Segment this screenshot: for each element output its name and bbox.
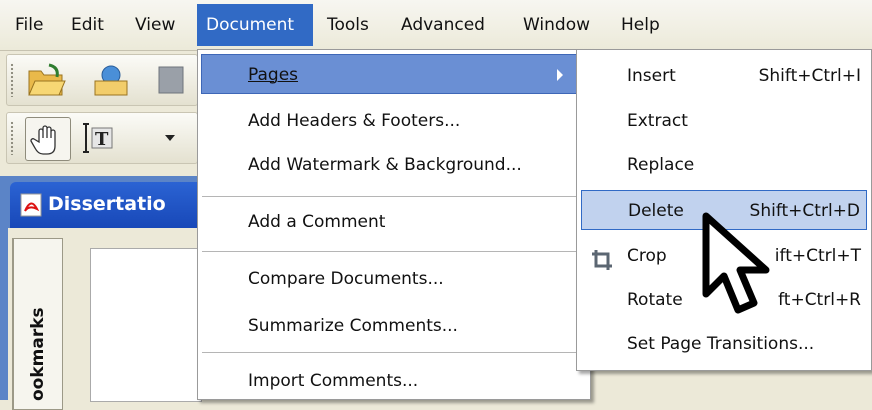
open-folder-icon[interactable] xyxy=(27,63,67,102)
menu-separator xyxy=(202,196,586,197)
submenu-item-extract[interactable]: Extract xyxy=(581,101,867,141)
submenu-item-shortcut: ft+Ctrl+R xyxy=(778,290,861,310)
menu-tools[interactable]: Tools xyxy=(318,4,378,46)
pdf-icon xyxy=(20,193,42,222)
submenu-item-label: Crop xyxy=(627,246,667,266)
menu-item-label: Add a Comment xyxy=(248,212,386,232)
organizer-icon[interactable] xyxy=(91,63,131,102)
toolbar-grip[interactable] xyxy=(10,121,14,155)
submenu-item-label: Replace xyxy=(627,155,695,175)
svg-text:T: T xyxy=(95,129,109,150)
document-body: ookmarks xyxy=(8,228,202,410)
menu-item-add-watermark-background[interactable]: Add Watermark & Background... xyxy=(202,145,586,185)
menu-item-label: Pages xyxy=(248,65,299,85)
submenu-item-label: Insert xyxy=(627,66,676,86)
menu-item-summarize-comments[interactable]: Summarize Comments... xyxy=(202,306,586,346)
menu-edit[interactable]: Edit xyxy=(62,4,113,46)
bookmarks-tab[interactable]: ookmarks xyxy=(12,238,63,410)
chevron-down-icon[interactable] xyxy=(165,135,175,141)
menu-item-add-headers-footers[interactable]: Add Headers & Footers... xyxy=(202,101,586,141)
text-select-icon[interactable]: T xyxy=(79,121,121,160)
submenu-item-replace[interactable]: Replace xyxy=(581,145,867,185)
submenu-item-set-page-transitions[interactable]: Set Page Transitions... xyxy=(581,324,867,364)
menu-item-label: Add Headers & Footers... xyxy=(248,111,461,131)
menu-view[interactable]: View xyxy=(126,4,184,46)
document-title: Dissertatio xyxy=(48,193,166,215)
document-menu: Pages Add Headers & Footers... Add Water… xyxy=(197,49,591,400)
menu-separator xyxy=(202,352,586,353)
submenu-item-label: Extract xyxy=(627,111,688,131)
menu-item-label: Add Watermark & Background... xyxy=(248,155,522,175)
menu-document[interactable]: Document xyxy=(197,4,313,46)
submenu-item-shortcut: Shift+Ctrl+I xyxy=(758,66,861,86)
document-window: Dissertatio ookmarks xyxy=(0,176,202,410)
menu-item-compare-documents[interactable]: Compare Documents... xyxy=(202,259,586,299)
menu-help[interactable]: Help xyxy=(612,4,669,46)
submenu-item-insert[interactable]: Insert Shift+Ctrl+I xyxy=(581,56,867,96)
save-icon[interactable] xyxy=(157,65,187,100)
document-title-bar[interactable]: Dissertatio xyxy=(10,182,200,228)
menu-file[interactable]: File xyxy=(6,4,52,46)
menu-advanced[interactable]: Advanced xyxy=(392,4,494,46)
bookmarks-label: ookmarks xyxy=(28,307,48,401)
menu-separator xyxy=(202,251,586,252)
menu-item-import-comments[interactable]: Import Comments... xyxy=(202,361,586,401)
mouse-pointer-icon xyxy=(700,210,780,325)
submenu-item-label: Set Page Transitions... xyxy=(627,334,815,354)
menu-bar: File Edit View Document Tools Advanced W… xyxy=(0,0,872,51)
menu-item-add-comment[interactable]: Add a Comment xyxy=(202,202,586,242)
menu-item-pages[interactable]: Pages xyxy=(201,54,578,94)
toolbar-grip[interactable] xyxy=(10,63,14,97)
submenu-arrow-icon xyxy=(557,69,563,81)
submenu-item-label: Rotate xyxy=(627,290,683,310)
menu-item-label: Summarize Comments... xyxy=(248,316,458,336)
menu-item-label: Compare Documents... xyxy=(248,269,444,289)
page-preview xyxy=(90,248,202,402)
file-toolbar xyxy=(6,54,198,106)
menu-window[interactable]: Window xyxy=(514,4,599,46)
submenu-item-shortcut: ift+Ctrl+T xyxy=(774,246,861,266)
tools-toolbar: T xyxy=(6,112,198,164)
menu-item-label: Import Comments... xyxy=(248,371,419,391)
submenu-item-label: Delete xyxy=(628,201,684,221)
hand-tool-icon[interactable] xyxy=(25,117,71,161)
